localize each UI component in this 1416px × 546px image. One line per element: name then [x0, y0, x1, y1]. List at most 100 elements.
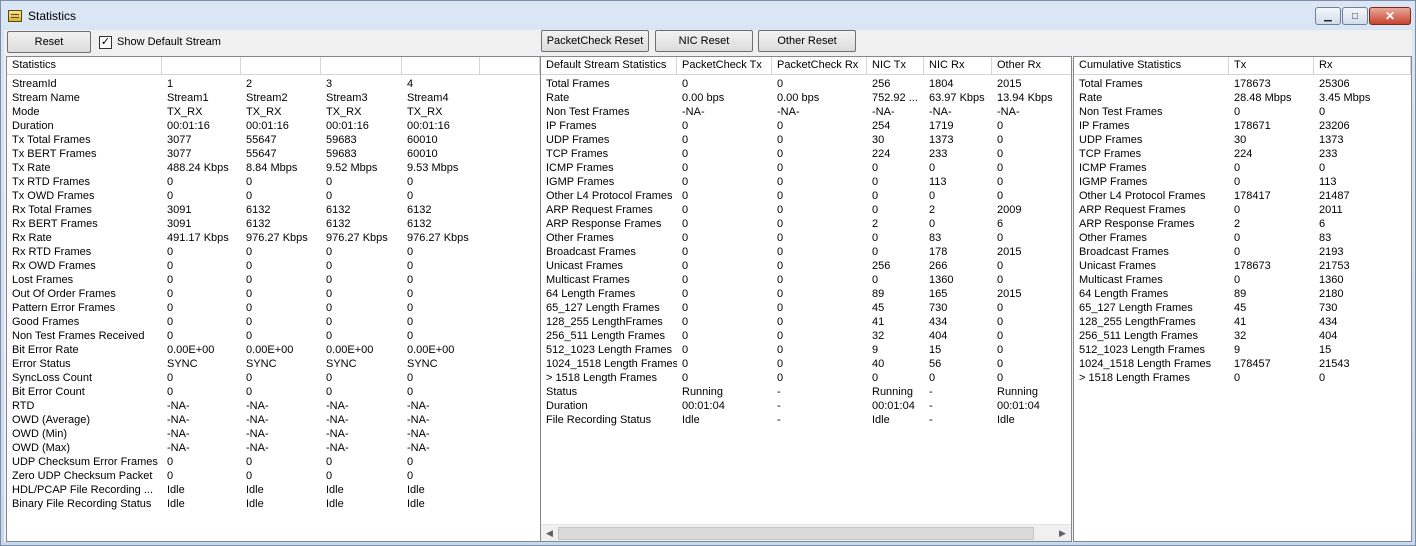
show-default-stream-toggle[interactable]: ✓ Show Default Stream — [99, 34, 221, 50]
reset-button[interactable]: Reset — [7, 31, 91, 53]
table-row[interactable]: Other Frames 0 0 0 83 0 — [541, 231, 1071, 245]
column-header[interactable]: PacketCheck Tx — [677, 57, 772, 74]
column-header[interactable]: Default Stream Statistics — [541, 57, 677, 74]
table-row[interactable]: IP Frames 178671 23206 — [1074, 119, 1411, 133]
table-row[interactable]: 64 Length Frames 0 0 89 165 2015 — [541, 287, 1071, 301]
table-row[interactable]: 65_127 Length Frames 0 0 45 730 0 — [541, 301, 1071, 315]
table-row[interactable]: Non Test Frames Received 0 0 0 0 — [7, 329, 540, 343]
stream-statistics-table[interactable]: Statistics StreamId 1 2 3 4 Stream Name Stream1… — [6, 56, 541, 542]
table-row[interactable]: Tx BERT Frames 3077 55647 59683 60010 — [7, 147, 540, 161]
table-row[interactable]: Out Of Order Frames 0 0 0 0 — [7, 287, 540, 301]
table-row[interactable]: Other Frames 0 83 — [1074, 231, 1411, 245]
table-row[interactable]: Total Frames 178673 25306 — [1074, 77, 1411, 91]
table-row[interactable]: 512_1023 Length Frames 0 0 9 15 0 — [541, 343, 1071, 357]
table-row[interactable]: Rate 0.00 bps 0.00 bps 752.92 ... 63.97 Kbps… — [541, 91, 1071, 105]
close-button[interactable]: ✕ — [1369, 7, 1411, 25]
column-header[interactable]: Cumulative Statistics — [1074, 57, 1229, 74]
table-row[interactable]: OWD (Min) -NA- -NA- -NA- -NA- — [7, 427, 540, 441]
maximize-button[interactable]: □ — [1342, 7, 1368, 25]
column-header[interactable] — [241, 57, 321, 74]
table-row[interactable]: 64 Length Frames 89 2180 — [1074, 287, 1411, 301]
table-row[interactable]: StreamId 1 2 3 4 — [7, 77, 540, 91]
table-row[interactable]: ARP Request Frames 0 0 0 2 2009 — [541, 203, 1071, 217]
table-row[interactable]: Tx RTD Frames 0 0 0 0 — [7, 175, 540, 189]
table-row[interactable]: Broadcast Frames 0 0 0 178 2015 — [541, 245, 1071, 259]
table-row[interactable]: Binary File Recording Status Idle Idle Idle… — [7, 497, 540, 511]
table-row[interactable]: Pattern Error Frames 0 0 0 0 — [7, 301, 540, 315]
table-row[interactable]: Broadcast Frames 0 2193 — [1074, 245, 1411, 259]
table-row[interactable]: IP Frames 0 0 254 1719 0 — [541, 119, 1071, 133]
table-row[interactable]: Duration 00:01:04 - 00:01:04 - 00:01:04 — [541, 399, 1071, 413]
table-row[interactable]: Good Frames 0 0 0 0 — [7, 315, 540, 329]
horizontal-scrollbar[interactable]: ◀ ▶ — [541, 524, 1071, 541]
scroll-track[interactable] — [558, 526, 1054, 541]
table-row[interactable]: 128_255 LengthFrames 41 434 — [1074, 315, 1411, 329]
table-row[interactable]: Other L4 Protocol Frames 0 0 0 0 0 — [541, 189, 1071, 203]
other-reset-button[interactable]: Other Reset — [758, 30, 856, 52]
table-row[interactable]: Zero UDP Checksum Packet 0 0 0 0 — [7, 469, 540, 483]
table-row[interactable]: Bit Error Rate 0.00E+00 0.00E+00 0.00E+00 0.… — [7, 343, 540, 357]
table-row[interactable]: 128_255 LengthFrames 0 0 41 434 0 — [541, 315, 1071, 329]
table-row[interactable]: 512_1023 Length Frames 9 15 — [1074, 343, 1411, 357]
column-header[interactable]: NIC Tx — [867, 57, 924, 74]
table-row[interactable]: 1024_1518 Length Frames 178457 21543 — [1074, 357, 1411, 371]
table-row[interactable]: IGMP Frames 0 113 — [1074, 175, 1411, 189]
table-row[interactable]: UDP Frames 0 0 30 1373 0 — [541, 133, 1071, 147]
table-row[interactable]: ARP Response Frames 0 0 2 0 6 — [541, 217, 1071, 231]
table-row[interactable]: Non Test Frames -NA- -NA- -NA- -NA- -NA- — [541, 105, 1071, 119]
table-row[interactable]: RTD -NA- -NA- -NA- -NA- — [7, 399, 540, 413]
table-row[interactable]: 65_127 Length Frames 45 730 — [1074, 301, 1411, 315]
table-row[interactable]: ICMP Frames 0 0 — [1074, 161, 1411, 175]
table-row[interactable]: Non Test Frames 0 0 — [1074, 105, 1411, 119]
table-row[interactable]: Duration 00:01:16 00:01:16 00:01:16 00:01:16 — [7, 119, 540, 133]
table-row[interactable]: ARP Response Frames 2 6 — [1074, 217, 1411, 231]
table-row[interactable]: Other L4 Protocol Frames 178417 21487 — [1074, 189, 1411, 203]
table-row[interactable]: Error Status SYNC SYNC SYNC SYNC — [7, 357, 540, 371]
table-row[interactable]: TCP Frames 224 233 — [1074, 147, 1411, 161]
table-row[interactable]: Mode TX_RX TX_RX TX_RX TX_RX — [7, 105, 540, 119]
table-row[interactable]: Stream Name Stream1 Stream2 Stream3 Stream4 — [7, 91, 540, 105]
scroll-left-icon[interactable]: ◀ — [541, 525, 558, 542]
column-header[interactable]: Tx — [1229, 57, 1314, 74]
packetcheck-reset-button[interactable]: PacketCheck Reset — [541, 30, 649, 52]
table-row[interactable]: ARP Request Frames 0 2011 — [1074, 203, 1411, 217]
scroll-thumb[interactable] — [558, 526, 1035, 540]
table-row[interactable]: TCP Frames 0 0 224 233 0 — [541, 147, 1071, 161]
column-header[interactable]: Rx — [1314, 57, 1411, 74]
column-header[interactable] — [321, 57, 402, 74]
column-header[interactable] — [480, 57, 540, 74]
nic-reset-button[interactable]: NIC Reset — [655, 30, 753, 52]
table-row[interactable]: Status Running - Running - Running — [541, 385, 1071, 399]
table-row[interactable]: > 1518 Length Frames 0 0 0 0 0 — [541, 371, 1071, 385]
table-row[interactable]: HDL/PCAP File Recording ... Idle Idle Idle I… — [7, 483, 540, 497]
table-row[interactable]: ICMP Frames 0 0 0 0 0 — [541, 161, 1071, 175]
table-row[interactable]: > 1518 Length Frames 0 0 — [1074, 371, 1411, 385]
table-row[interactable]: IGMP Frames 0 0 0 113 0 — [541, 175, 1071, 189]
column-header[interactable]: Other Rx — [992, 57, 1071, 74]
table-row[interactable]: Rx RTD Frames 0 0 0 0 — [7, 245, 540, 259]
table-row[interactable]: Rate 28.48 Mbps 3.45 Mbps — [1074, 91, 1411, 105]
table-row[interactable]: Bit Error Count 0 0 0 0 — [7, 385, 540, 399]
column-header[interactable]: Statistics — [7, 57, 162, 74]
table-row[interactable]: Rx OWD Frames 0 0 0 0 — [7, 259, 540, 273]
table-row[interactable]: Unicast Frames 178673 21753 — [1074, 259, 1411, 273]
table-row[interactable]: Rx BERT Frames 3091 6132 6132 6132 — [7, 217, 540, 231]
column-header[interactable] — [402, 57, 480, 74]
table-row[interactable]: 256_511 Length Frames 32 404 — [1074, 329, 1411, 343]
table-row[interactable]: OWD (Max) -NA- -NA- -NA- -NA- — [7, 441, 540, 455]
table-row[interactable]: SyncLoss Count 0 0 0 0 — [7, 371, 540, 385]
column-header[interactable]: NIC Rx — [924, 57, 992, 74]
scroll-right-icon[interactable]: ▶ — [1054, 525, 1071, 542]
table-row[interactable]: Total Frames 0 0 256 1804 2015 — [541, 77, 1071, 91]
cumulative-statistics-table[interactable]: Cumulative Statistics Tx Rx Total Frames 178… — [1073, 56, 1412, 542]
table-row[interactable]: Tx Total Frames 3077 55647 59683 60010 — [7, 133, 540, 147]
table-row[interactable]: Tx Rate 488.24 Kbps 8.84 Mbps 9.52 Mbps 9.53… — [7, 161, 540, 175]
table-row[interactable]: UDP Checksum Error Frames 0 0 0 0 — [7, 455, 540, 469]
show-default-stream-checkbox[interactable]: ✓ — [99, 35, 112, 49]
table-row[interactable]: Tx OWD Frames 0 0 0 0 — [7, 189, 540, 203]
table-row[interactable]: Rx Total Frames 3091 6132 6132 6132 — [7, 203, 540, 217]
table-row[interactable]: File Recording Status Idle - Idle - Idle — [541, 413, 1071, 427]
table-row[interactable]: 1024_1518 Length Frames 0 0 40 56 0 — [541, 357, 1071, 371]
column-header[interactable]: PacketCheck Rx — [772, 57, 867, 74]
table-row[interactable]: Rx Rate 491.17 Kbps 976.27 Kbps 976.27 Kbps… — [7, 231, 540, 245]
